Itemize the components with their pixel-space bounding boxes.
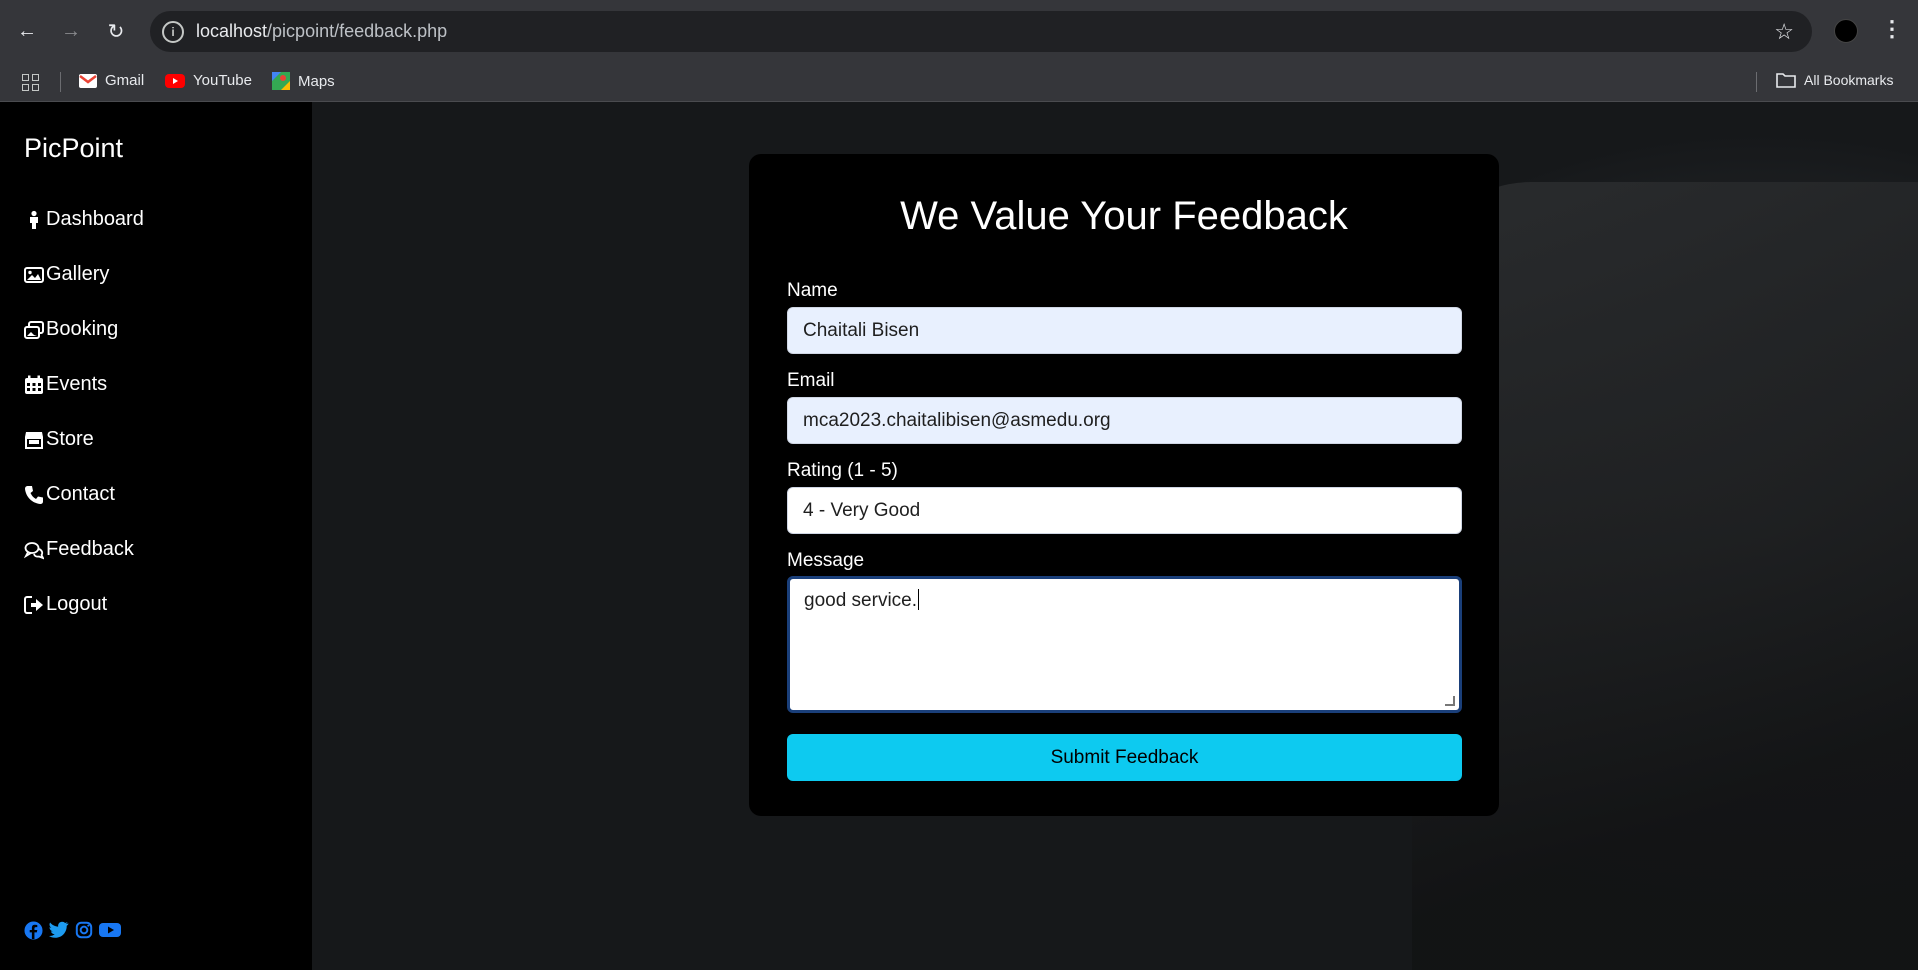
sidebar-item-label: Store [46, 428, 94, 450]
message-textarea[interactable]: good service. [787, 576, 1462, 713]
maps-icon [272, 72, 290, 90]
url-text[interactable]: localhost/picpoint/feedback.php [196, 21, 447, 42]
sidebar-item-label: Dashboard [46, 208, 144, 230]
back-icon[interactable]: ← [12, 16, 42, 46]
bookmark-separator [60, 72, 61, 92]
sidebar-nav: Dashboard Gallery Booking Events Store C… [24, 208, 144, 648]
page-content: PicPoint Dashboard Gallery Booking Event… [0, 102, 1918, 970]
sidebar-item-label: Booking [46, 318, 119, 340]
rating-label: Rating (1 - 5) [787, 460, 898, 481]
name-label: Name [787, 280, 838, 301]
resize-handle[interactable] [1445, 696, 1455, 706]
more-menu-icon[interactable]: ⋮ [1881, 16, 1903, 42]
bookmark-label: Maps [298, 72, 335, 90]
bookmark-youtube[interactable]: YouTube [165, 72, 252, 89]
address-bar[interactable]: i localhost/picpoint/feedback.php ☆ [150, 11, 1812, 52]
browser-toolbar: ← → ↻ i localhost/picpoint/feedback.php … [0, 0, 1918, 62]
profile-avatar[interactable] [1834, 19, 1858, 43]
instagram-icon[interactable] [75, 921, 93, 945]
brand-logo[interactable]: PicPoint [24, 133, 123, 164]
email-input[interactable]: mca2023.chaitalibisen@asmedu.org [787, 397, 1462, 444]
bookmark-gmail[interactable]: Gmail [79, 72, 144, 89]
store-icon [25, 432, 43, 449]
gmail-icon [79, 73, 97, 88]
bookmark-label: Gmail [105, 72, 145, 89]
bookmark-separator [1756, 72, 1757, 92]
message-label: Message [787, 550, 865, 571]
sidebar-item-feedback[interactable]: Feedback [24, 538, 144, 593]
site-info-icon[interactable]: i [162, 20, 184, 43]
facebook-icon[interactable] [24, 921, 43, 945]
bookmark-maps[interactable]: Maps [272, 72, 335, 90]
submit-feedback-button[interactable]: Submit Feedback [787, 734, 1462, 781]
social-links [24, 921, 121, 945]
calendar-icon [25, 375, 43, 394]
name-input[interactable]: Chaitali Bisen [787, 307, 1462, 354]
bookmark-star-icon[interactable]: ☆ [1774, 19, 1794, 45]
all-bookmarks-label: All Bookmarks [1804, 72, 1894, 88]
twitter-icon[interactable] [49, 921, 69, 945]
image-icon [24, 267, 44, 283]
folder-icon [1776, 73, 1796, 88]
reload-icon[interactable]: ↻ [101, 16, 131, 46]
email-label: Email [787, 370, 835, 391]
feedback-card: We Value Your Feedback Name Chaitali Bis… [749, 154, 1499, 816]
sidebar-item-label: Contact [46, 483, 115, 505]
sidebar-item-label: Events [46, 373, 108, 395]
images-icon [24, 321, 44, 339]
rating-select[interactable]: 4 - Very Good [787, 487, 1462, 534]
bookmark-label: YouTube [193, 72, 252, 89]
apps-grid-icon[interactable] [22, 74, 39, 91]
sidebar-item-dashboard[interactable]: Dashboard [24, 208, 144, 263]
person-icon [30, 210, 38, 229]
text-caret [918, 589, 920, 610]
sidebar-item-logout[interactable]: Logout [24, 593, 144, 648]
forward-icon[interactable]: → [56, 16, 86, 46]
bookmarks-bar: Gmail YouTube Maps All Bookmarks [0, 62, 1918, 102]
sidebar-item-events[interactable]: Events [24, 373, 144, 428]
sidebar-item-label: Gallery [46, 263, 110, 285]
message-text: good service. [804, 590, 918, 611]
sidebar-item-label: Logout [46, 593, 108, 615]
sidebar: PicPoint Dashboard Gallery Booking Event… [0, 102, 312, 970]
logout-icon [24, 596, 43, 614]
sidebar-item-booking[interactable]: Booking [24, 318, 144, 373]
sidebar-item-store[interactable]: Store [24, 428, 144, 483]
youtube-icon[interactable] [99, 921, 121, 945]
sidebar-item-gallery[interactable]: Gallery [24, 263, 144, 318]
all-bookmarks[interactable]: All Bookmarks [1776, 72, 1893, 88]
sidebar-item-contact[interactable]: Contact [24, 483, 144, 538]
sidebar-item-label: Feedback [46, 538, 134, 560]
phone-icon [25, 486, 43, 504]
youtube-icon [165, 73, 185, 88]
chat-icon [24, 542, 44, 560]
page-title: We Value Your Feedback [900, 194, 1348, 238]
